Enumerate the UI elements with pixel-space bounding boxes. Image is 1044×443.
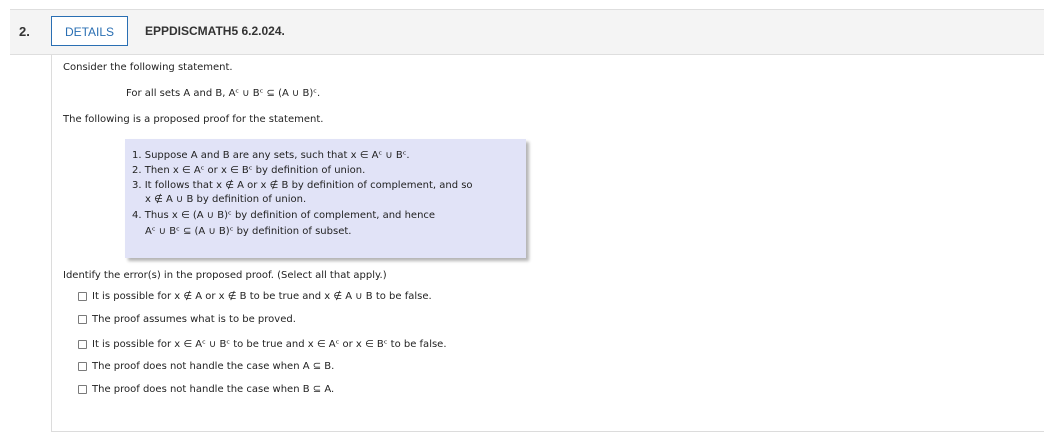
proof-line-1: 1. Suppose A and B are any sets, such th… (132, 150, 410, 161)
option-3-checkbox[interactable] (78, 340, 87, 349)
proof-line-4-continued: Aᶜ ∪ Bᶜ ⊆ (A ∪ B)ᶜ by definition of subs… (145, 226, 352, 237)
proof-line-3: 3. It follows that x ∉ A or x ∉ B by def… (132, 180, 473, 191)
proof-line-2: 2. Then x ∈ Aᶜ or x ∈ Bᶜ by definition o… (132, 165, 366, 176)
answer-prompt: Identify the error(s) in the proposed pr… (63, 270, 387, 281)
proof-intro-text: The following is a proposed proof for th… (63, 114, 324, 125)
option-4-label[interactable]: The proof does not handle the case when … (92, 361, 334, 373)
option-5-checkbox[interactable] (78, 385, 87, 394)
question-title: EPPDISCMATH5 6.2.024. (145, 24, 285, 38)
statement-text: For all sets A and B, Aᶜ ∪ Bᶜ ⊆ (A ∪ B)ᶜ… (126, 88, 321, 99)
option-1-checkbox[interactable] (78, 292, 87, 301)
proof-line-4: 4. Thus x ∈ (A ∪ B)ᶜ by definition of co… (132, 210, 436, 221)
question-number: 2. (19, 24, 30, 39)
option-2-label[interactable]: The proof assumes what is to be proved. (92, 314, 296, 326)
option-5-label[interactable]: The proof does not handle the case when … (92, 384, 334, 396)
details-button[interactable]: DETAILS (51, 16, 128, 46)
option-4-checkbox[interactable] (78, 362, 87, 371)
option-3-label[interactable]: It is possible for x ∈ Aᶜ ∪ Bᶜ to be tru… (92, 339, 447, 351)
option-2-checkbox[interactable] (78, 315, 87, 324)
proof-line-3-continued: x ∉ A ∪ B by definition of union. (145, 194, 307, 205)
option-1-label[interactable]: It is possible for x ∉ A or x ∉ B to be … (92, 291, 432, 303)
question-page: 2. DETAILS EPPDISCMATH5 6.2.024. Conside… (0, 0, 1044, 443)
intro-text: Consider the following statement. (63, 62, 233, 73)
